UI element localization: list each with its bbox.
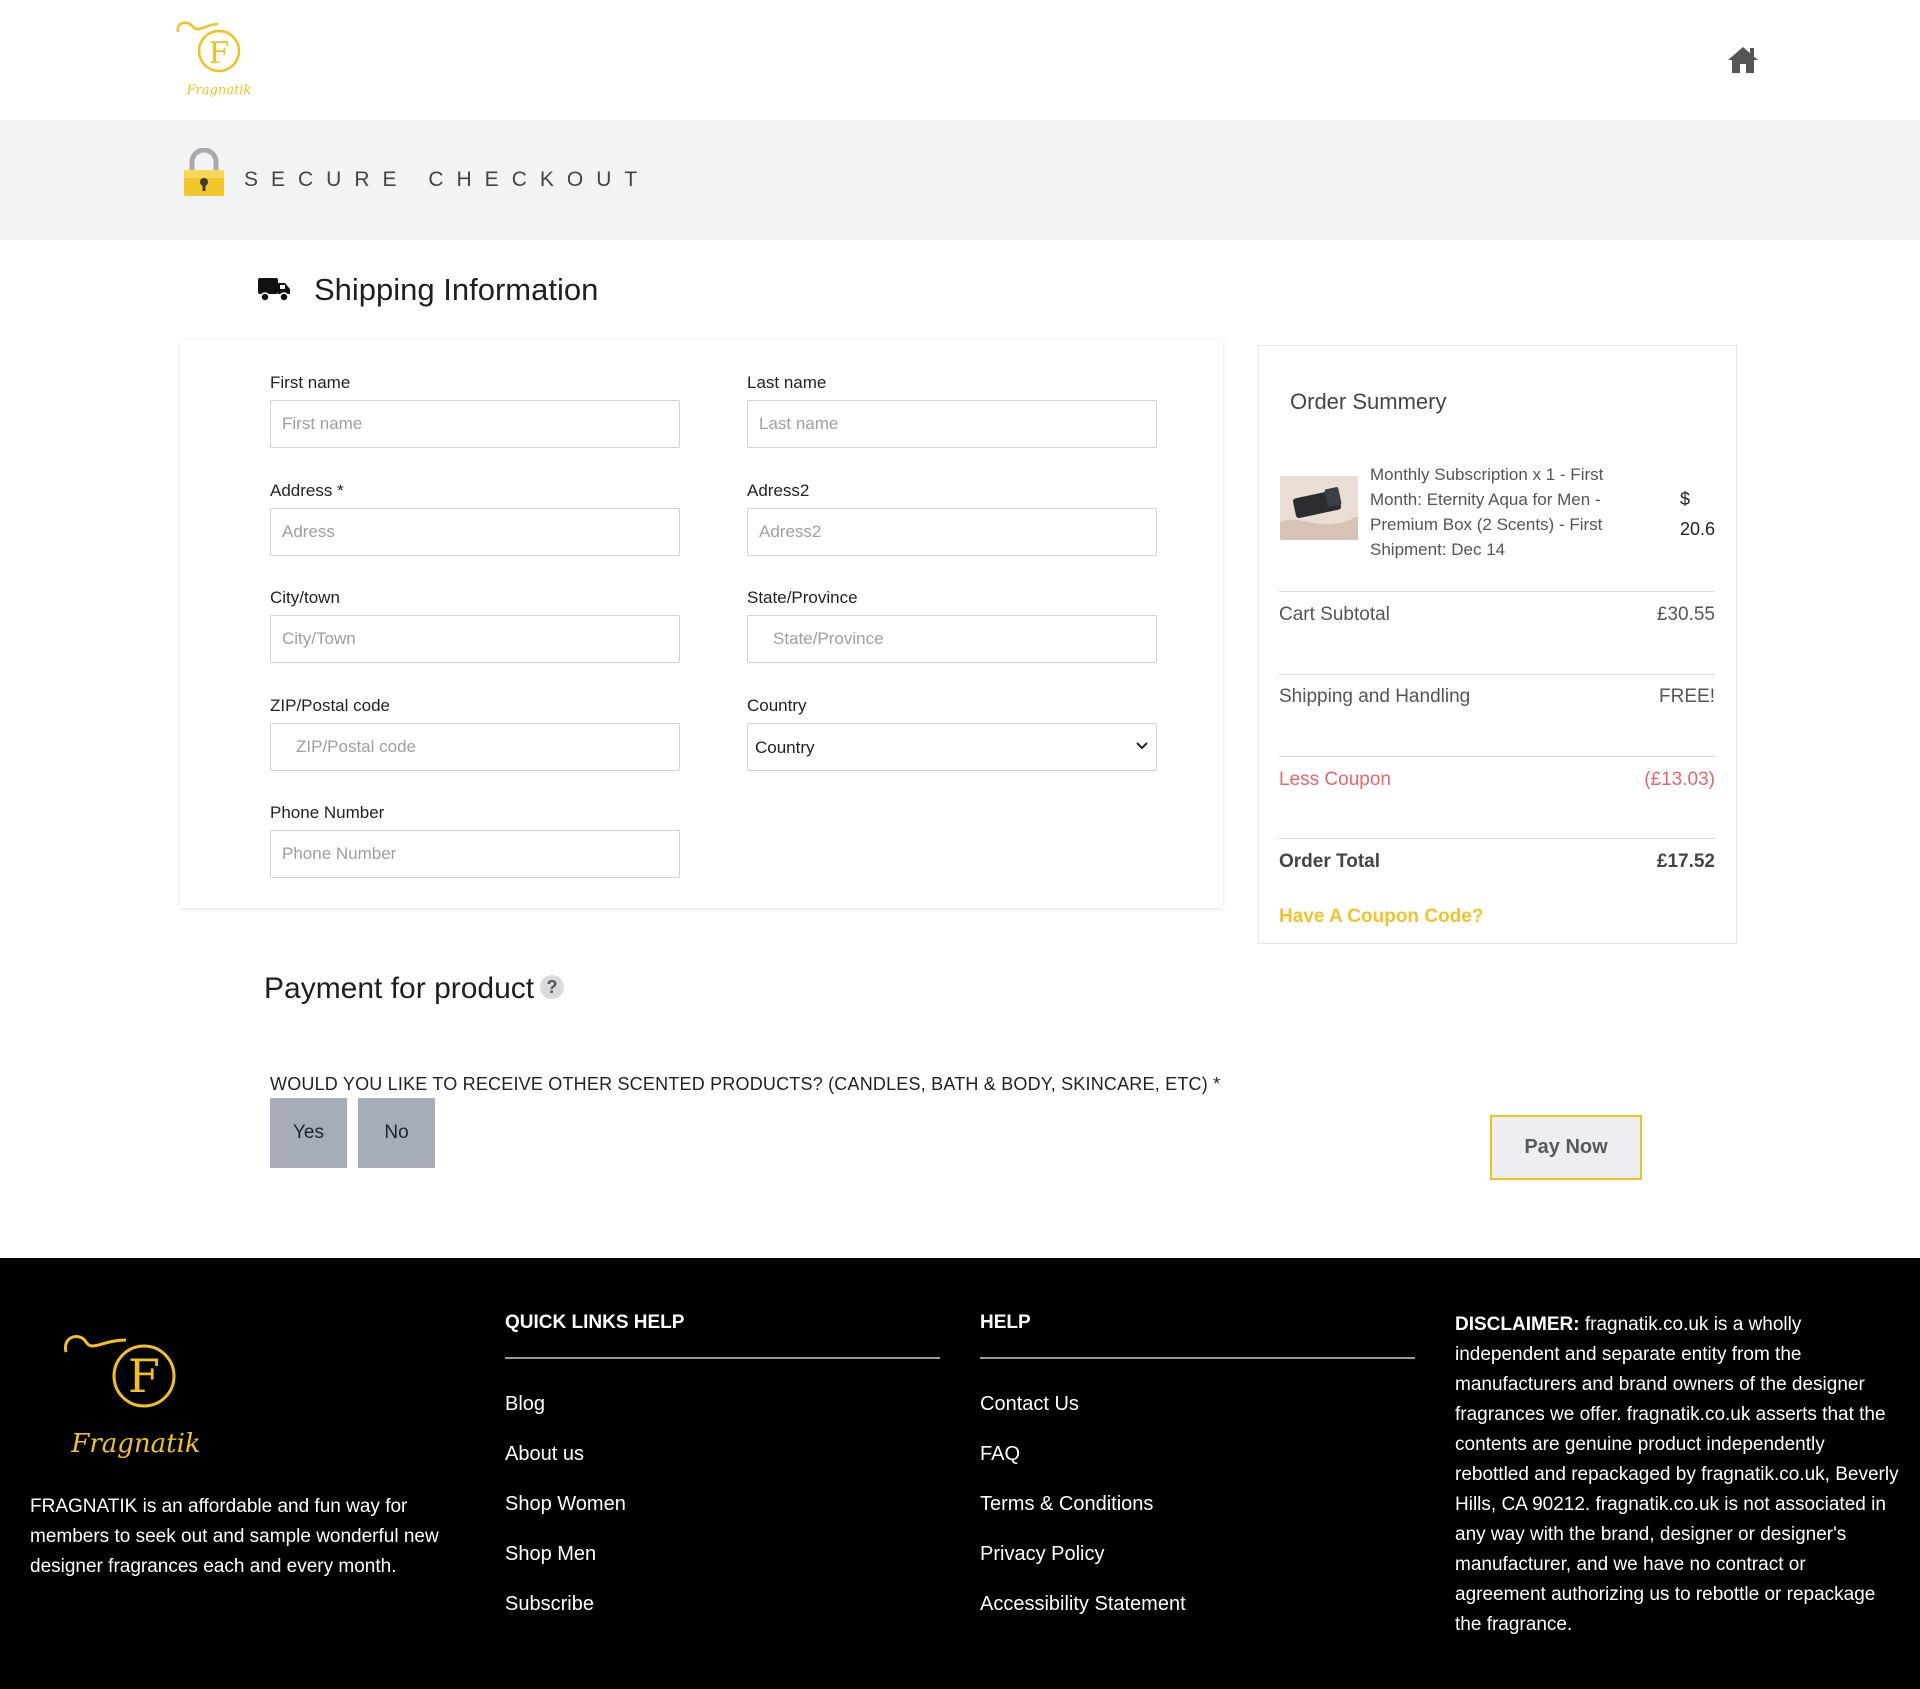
address-input[interactable] [270, 508, 680, 556]
help-divider [980, 1357, 1415, 1359]
state-label: State/Province [747, 588, 858, 607]
disclaimer-label: DISCLAIMER: [1455, 1314, 1580, 1335]
footer-link-contact[interactable]: Contact Us [980, 1393, 1079, 1416]
pay-now-button[interactable]: Pay Now [1490, 1115, 1642, 1180]
summary-divider [1279, 674, 1715, 675]
zip-input[interactable] [270, 723, 680, 771]
address-label: Address * [270, 481, 344, 500]
order-summary-title: Order Summery [1290, 389, 1447, 414]
footer-logo[interactable]: F Fragnatik [56, 1330, 206, 1470]
coupon-label: Less Coupon [1279, 769, 1391, 790]
logo-initial: F [209, 36, 230, 71]
home-icon[interactable] [1726, 44, 1760, 76]
total-value: £17.52 [1656, 851, 1715, 872]
chevron-down-icon [1136, 742, 1148, 750]
footer-link-shop-men[interactable]: Shop Men [505, 1543, 596, 1566]
country-label: Country [747, 696, 807, 715]
address2-input[interactable] [747, 508, 1157, 556]
city-input[interactable] [270, 615, 680, 663]
payment-title: Payment for product [264, 972, 535, 1005]
summary-divider [1279, 756, 1715, 757]
product-image [1280, 476, 1358, 540]
last-name-input[interactable] [747, 400, 1157, 448]
footer-about-text: FRAGNATIK is an affordable and fun way f… [30, 1496, 439, 1577]
coupon-code-link[interactable]: Have A Coupon Code? [1279, 906, 1483, 928]
footer-link-faq[interactable]: FAQ [980, 1443, 1020, 1466]
yes-button[interactable]: Yes [270, 1098, 347, 1168]
product-description: Monthly Subscription x 1 - First Month: … [1370, 465, 1604, 559]
first-name-input[interactable] [270, 400, 680, 448]
quick-links-heading: QUICK LINKS HELP [505, 1312, 685, 1333]
subtotal-value: £30.55 [1656, 604, 1715, 625]
footer-link-about[interactable]: About us [505, 1443, 584, 1466]
footer-link-shop-women[interactable]: Shop Women [505, 1493, 626, 1516]
brand-logo[interactable]: F Fragnatik [174, 18, 260, 100]
address2-label: Adress2 [747, 481, 810, 500]
truck-icon [257, 275, 291, 303]
no-button[interactable]: No [358, 1098, 435, 1168]
footer-link-terms[interactable]: Terms & Conditions [980, 1493, 1153, 1516]
subtotal-label: Cart Subtotal [1279, 604, 1390, 625]
top-header [0, 0, 1920, 120]
city-label: City/town [270, 588, 340, 607]
disclaimer-text: fragnatik.co.uk is a wholly independent … [1455, 1314, 1899, 1635]
footer-link-blog[interactable]: Blog [505, 1393, 545, 1416]
phone-input[interactable] [270, 830, 680, 878]
product-price-value: 20.6 [1680, 519, 1716, 539]
secure-checkout-title: SECURE CHECKOUT [244, 168, 651, 191]
product-currency: $ [1680, 489, 1691, 509]
shipping-label: Shipping and Handling [1279, 686, 1471, 707]
lock-icon [182, 147, 226, 198]
help-heading: HELP [980, 1312, 1031, 1333]
logo-script: Fragnatik [186, 83, 252, 98]
footer-link-subscribe[interactable]: Subscribe [505, 1593, 594, 1616]
country-select-value: Country [755, 738, 815, 757]
last-name-label: Last name [747, 373, 827, 392]
footer-link-privacy[interactable]: Privacy Policy [980, 1543, 1104, 1566]
summary-divider [1279, 838, 1715, 839]
state-input[interactable] [747, 615, 1157, 663]
coupon-value: (£13.03) [1644, 769, 1715, 790]
zip-label: ZIP/Postal code [270, 696, 391, 715]
country-select[interactable]: Country [747, 723, 1157, 771]
scented-products-question: WOULD YOU LIKE TO RECEIVE OTHER SCENTED … [270, 1074, 1221, 1094]
footer-disclaimer: DISCLAIMER: fragnatik.co.uk is a wholly … [1455, 1310, 1900, 1640]
footer-logo-script: Fragnatik [70, 1429, 200, 1459]
phone-label: Phone Number [270, 803, 385, 822]
footer-logo-initial: F [128, 1349, 160, 1403]
shipping-value: FREE! [1659, 686, 1715, 707]
first-name-label: First name [270, 373, 351, 392]
help-icon[interactable]: ? [540, 975, 564, 999]
shipping-title: Shipping Information [314, 272, 599, 307]
summary-divider [1279, 591, 1715, 592]
product-price: $ 20.6 [1680, 484, 1720, 544]
footer-link-accessibility[interactable]: Accessibility Statement [980, 1593, 1186, 1616]
quick-links-divider [505, 1357, 940, 1359]
total-label: Order Total [1279, 851, 1380, 872]
